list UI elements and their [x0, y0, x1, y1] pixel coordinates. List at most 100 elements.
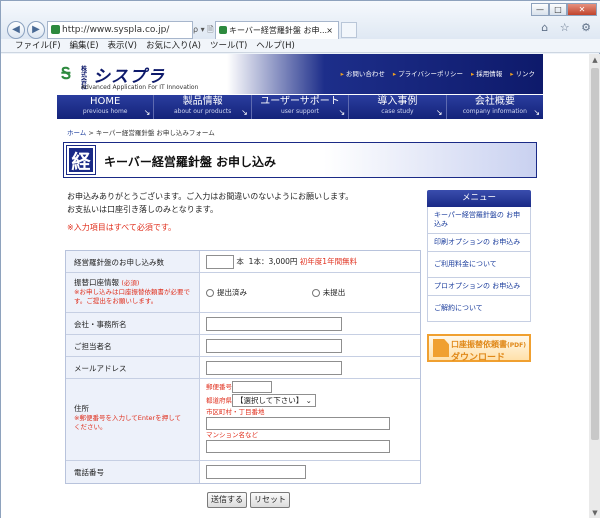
person-input[interactable] [206, 339, 342, 353]
building-label: マンション名など [206, 431, 258, 439]
nav-arrow-icon: ↘ [143, 108, 151, 117]
tel-input[interactable] [206, 465, 306, 479]
row-tel: 電話番号 [66, 461, 420, 483]
bank-notsubmitted-radio[interactable] [311, 289, 320, 297]
sidebar-item-print-option[interactable]: 印刷オプションの お申込み [427, 234, 531, 252]
quantity-input[interactable] [206, 255, 234, 269]
bank-submitted-radio[interactable] [206, 289, 214, 297]
email-input[interactable] [206, 361, 342, 375]
page-title: キーバー経営羅針盤 お申し込み [104, 155, 277, 169]
link-links[interactable]: リンク [510, 70, 535, 78]
nav-arrow-icon: ↘ [533, 108, 541, 117]
menu-tools[interactable]: ツール(T) [210, 41, 247, 51]
prefecture-select[interactable]: 【選択して下さい】 ⌄ [232, 394, 316, 407]
site-logo[interactable]: Ꭶ 株式会社 シスプラ Advanced Application For IT … [61, 62, 201, 92]
nav-home-label: HOME [90, 96, 121, 107]
scroll-thumb[interactable] [591, 68, 599, 440]
qty-free-note: 初年度1年間無料 [299, 257, 358, 266]
nav-home-sub: previous home [82, 108, 128, 115]
site-header: Ꭶ 株式会社 シスプラ Advanced Application For IT … [57, 54, 543, 94]
nav-support[interactable]: ユーザーサポート user support ↘ [251, 95, 350, 119]
tel-cell [200, 461, 420, 483]
bank-opt1-label: 提出済み [217, 288, 247, 297]
row-bank: 振替口座情報 (必須) ※お申し込みは口座振替依頼書が必要です。ご提出をお願いし… [66, 273, 420, 313]
bank-label: 振替口座情報 [74, 278, 119, 287]
form-buttons: 送信する リセット [207, 492, 293, 508]
nav-products[interactable]: 製品情報 about our products ↘ [154, 95, 252, 119]
sidebar-item-pricing[interactable]: ご利用料金について [427, 252, 531, 278]
zip-input[interactable] [232, 381, 272, 393]
nav-company[interactable]: 会社概要 company information ↘ [446, 95, 544, 119]
download-label: ダウンロード [451, 353, 506, 363]
sidebar: メニュー キーパー経営羅針盤の お申込み 印刷オプションの お申込み ご利用料金… [427, 190, 531, 363]
row-person: ご担当者名 [66, 335, 420, 357]
address-label: 住所 [74, 404, 89, 413]
reset-button[interactable]: リセット [250, 492, 290, 508]
nav-cases-sub: case study [381, 108, 414, 115]
city-label: 市区町村・丁目番地 [206, 408, 265, 416]
back-button[interactable]: ◀ [7, 21, 25, 39]
scroll-down-icon[interactable]: ▼ [589, 507, 600, 518]
minimize-button[interactable]: — [531, 3, 549, 16]
sidebar-item-pro-option[interactable]: プロオプションの お申込み [427, 278, 531, 296]
address-label-cell: 住所 ※郵便番号を入力してEnterを押してください。 [66, 379, 200, 460]
city-input[interactable] [206, 417, 390, 430]
nav-support-label: ユーザーサポート [260, 96, 340, 107]
nav-cases[interactable]: 導入事例 case study ↘ [349, 95, 447, 119]
submit-button[interactable]: 送信する [207, 492, 247, 508]
sidebar-heading: メニュー [427, 190, 531, 207]
close-window-button[interactable]: ✕ [567, 3, 597, 16]
nav-products-sub: about our products [173, 108, 232, 115]
qty-cell: 本 1本：3,000円 初年度1年間無料 [200, 251, 420, 272]
toolbar-icons[interactable]: ⌂ ☆ ⚙ [541, 21, 595, 34]
person-cell [200, 335, 420, 356]
page-viewport: Ꭶ 株式会社 シスプラ Advanced Application For IT … [1, 54, 589, 518]
address-bar[interactable]: http://www.syspla.co.jp/ [47, 21, 193, 39]
forward-button[interactable]: ▶ [27, 21, 45, 39]
vertical-scrollbar[interactable]: ▲ ▼ [589, 54, 600, 518]
menu-view[interactable]: 表示(V) [108, 41, 137, 51]
breadcrumb-home[interactable]: ホーム [67, 129, 86, 137]
link-privacy[interactable]: プライバシーポリシー [393, 70, 463, 78]
browser-window: ◀ ▶ http://www.syspla.co.jp/ ρ ▾ 🗎 Ċ キーバ… [0, 0, 600, 518]
site-favicon-icon [51, 25, 60, 34]
title-kanji-icon: 経 [66, 145, 96, 175]
browser-tab[interactable]: キーバー経営羅針盤 お申... × [215, 21, 339, 39]
download-line1: 口座振替依頼書 [451, 340, 507, 349]
bank-note: ※お申し込みは口座振替依頼書が必要です。ご提出をお願いします。 [74, 288, 190, 305]
application-form: 経営羅針盤のお申し込み数 本 1本：3,000円 初年度1年間無料 振替口座情報… [65, 250, 421, 484]
new-tab-button[interactable] [341, 22, 357, 38]
pref-label: 都道府県 [206, 396, 232, 405]
building-input[interactable] [206, 440, 390, 453]
nav-products-label: 製品情報 [182, 96, 223, 107]
prefecture-value: 【選択して下さい】 [236, 396, 304, 405]
qty-price: 1本：3,000円 [248, 257, 298, 266]
download-pdf: (PDF) [507, 342, 526, 349]
menu-help[interactable]: ヘルプ(H) [256, 41, 295, 51]
menu-edit[interactable]: 編集(E) [70, 41, 99, 51]
row-company: 会社・事務所名 [66, 313, 420, 335]
scroll-up-icon[interactable]: ▲ [589, 54, 600, 66]
tab-title: キーバー経営羅針盤 お申... [229, 26, 328, 35]
intro-line-1: お申込みありがとうございます。ご入力はお間違いのないようにお願いします。 [67, 192, 354, 201]
page-title-box: 経 キーバー経営羅針盤 お申し込み [63, 142, 537, 178]
address-cell: 郵便番号 都道府県 【選択して下さい】 ⌄ 市区町村・丁目番地 マンション名など [200, 379, 420, 460]
nav-arrow-icon: ↘ [338, 108, 346, 117]
menu-file[interactable]: ファイル(F) [15, 41, 61, 51]
maximize-button[interactable]: □ [549, 3, 567, 16]
link-contact[interactable]: お問い合わせ [341, 70, 385, 78]
breadcrumb: ホーム > キーパー経営羅針盤 お申し込みフォーム [67, 127, 215, 137]
company-input[interactable] [206, 317, 342, 331]
menu-favorites[interactable]: お気に入り(A) [146, 41, 201, 51]
download-banner[interactable]: 口座振替依頼書(PDF) ダウンロード [427, 334, 531, 363]
sidebar-item-cancel[interactable]: ご解約について [427, 296, 531, 322]
sidebar-item-keeper[interactable]: キーパー経営羅針盤の お申込み [427, 207, 531, 234]
nav-home[interactable]: HOME previous home ↘ [57, 95, 155, 119]
tel-label: 電話番号 [66, 461, 200, 483]
row-quantity: 経営羅針盤のお申し込み数 本 1本：3,000円 初年度1年間無料 [66, 251, 420, 273]
window-controls: — □ ✕ [531, 3, 597, 17]
address-note: ※郵便番号を入力してEnterを押してください。 [74, 414, 182, 431]
download-title: 口座振替依頼書(PDF) [451, 339, 526, 350]
tab-close-icon[interactable]: × [326, 22, 333, 39]
link-recruit[interactable]: 採用情報 [471, 70, 502, 78]
